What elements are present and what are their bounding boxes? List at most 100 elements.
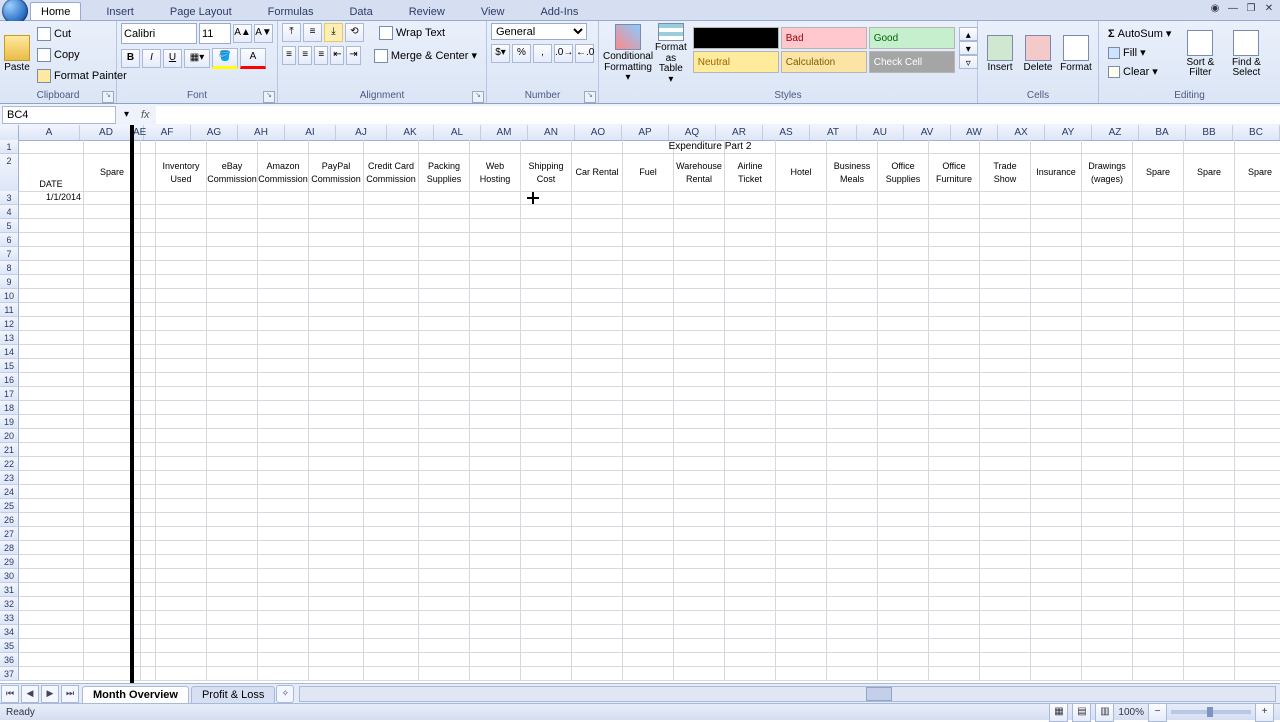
- cell[interactable]: [623, 653, 674, 667]
- row-header[interactable]: 6: [0, 233, 19, 247]
- cell[interactable]: [1082, 303, 1133, 317]
- cell[interactable]: [364, 555, 419, 569]
- cell[interactable]: [1031, 443, 1082, 457]
- cell[interactable]: [521, 261, 572, 275]
- cell[interactable]: [776, 625, 827, 639]
- cell[interactable]: [623, 485, 674, 499]
- cell[interactable]: [929, 597, 980, 611]
- cell[interactable]: [725, 569, 776, 583]
- cell[interactable]: [623, 597, 674, 611]
- column-header-AY[interactable]: AY: [1045, 125, 1092, 140]
- cell[interactable]: [776, 597, 827, 611]
- cell[interactable]: [1133, 415, 1184, 429]
- cell[interactable]: [309, 527, 364, 541]
- cell[interactable]: [572, 415, 623, 429]
- cell[interactable]: [1235, 555, 1280, 569]
- cell[interactable]: [1082, 611, 1133, 625]
- cell[interactable]: [1031, 289, 1082, 303]
- cell[interactable]: [776, 345, 827, 359]
- cell[interactable]: Warehouse Rental: [674, 154, 725, 192]
- cell[interactable]: [19, 471, 84, 485]
- cell[interactable]: [419, 597, 470, 611]
- cell[interactable]: [19, 317, 84, 331]
- cell[interactable]: [521, 443, 572, 457]
- cell[interactable]: [470, 443, 521, 457]
- cell[interactable]: [1235, 653, 1280, 667]
- cell[interactable]: [364, 247, 419, 261]
- cell[interactable]: [1184, 569, 1235, 583]
- cell[interactable]: [156, 555, 207, 569]
- cell[interactable]: [258, 331, 309, 345]
- cell[interactable]: [980, 429, 1031, 443]
- cell[interactable]: [521, 429, 572, 443]
- cell[interactable]: [1082, 513, 1133, 527]
- tab-insert[interactable]: Insert: [95, 2, 145, 20]
- cell[interactable]: [364, 331, 419, 345]
- cell[interactable]: [156, 457, 207, 471]
- cell[interactable]: [1235, 485, 1280, 499]
- row-header[interactable]: 2: [0, 154, 19, 192]
- cell[interactable]: [1133, 373, 1184, 387]
- cell[interactable]: [674, 541, 725, 555]
- cell[interactable]: [419, 415, 470, 429]
- cell[interactable]: [19, 289, 84, 303]
- cell[interactable]: [929, 219, 980, 233]
- cell[interactable]: [980, 639, 1031, 653]
- tab-formulas[interactable]: Formulas: [257, 2, 325, 20]
- cell[interactable]: [572, 261, 623, 275]
- cell[interactable]: [156, 625, 207, 639]
- cell[interactable]: [623, 401, 674, 415]
- cell[interactable]: [725, 233, 776, 247]
- cell[interactable]: [309, 471, 364, 485]
- cell[interactable]: [156, 303, 207, 317]
- cell[interactable]: [725, 555, 776, 569]
- cell[interactable]: [623, 471, 674, 485]
- cell[interactable]: [1133, 485, 1184, 499]
- cell[interactable]: [980, 140, 1031, 154]
- cell[interactable]: [470, 653, 521, 667]
- cell[interactable]: [470, 625, 521, 639]
- cell[interactable]: [1031, 653, 1082, 667]
- cell[interactable]: [776, 569, 827, 583]
- cell[interactable]: [725, 219, 776, 233]
- cell[interactable]: [572, 289, 623, 303]
- cell[interactable]: [1235, 667, 1280, 681]
- row-header[interactable]: 9: [0, 275, 19, 289]
- cell[interactable]: [156, 485, 207, 499]
- cell[interactable]: [1082, 387, 1133, 401]
- cell[interactable]: [419, 331, 470, 345]
- row-header[interactable]: 33: [0, 611, 19, 625]
- cell[interactable]: [1082, 275, 1133, 289]
- clear-button[interactable]: Clear▾: [1103, 63, 1176, 80]
- cell[interactable]: [725, 331, 776, 345]
- cell[interactable]: [364, 303, 419, 317]
- cell[interactable]: [470, 401, 521, 415]
- cell[interactable]: [725, 513, 776, 527]
- cell[interactable]: [470, 373, 521, 387]
- cell[interactable]: [623, 331, 674, 345]
- cell[interactable]: [1031, 205, 1082, 219]
- cell[interactable]: [1184, 485, 1235, 499]
- autosum-button[interactable]: Σ AutoSum▾: [1103, 25, 1176, 42]
- cell[interactable]: [674, 317, 725, 331]
- column-header-AN[interactable]: AN: [528, 125, 575, 140]
- cell[interactable]: [1133, 345, 1184, 359]
- cell[interactable]: [1133, 247, 1184, 261]
- cell[interactable]: [725, 140, 776, 154]
- cell[interactable]: [156, 289, 207, 303]
- cell[interactable]: [623, 625, 674, 639]
- cell[interactable]: [156, 527, 207, 541]
- cell[interactable]: [572, 471, 623, 485]
- cell[interactable]: [623, 429, 674, 443]
- cell[interactable]: [929, 625, 980, 639]
- cell[interactable]: [141, 373, 156, 387]
- cell[interactable]: 1/1/2014: [19, 191, 84, 205]
- cell[interactable]: [258, 261, 309, 275]
- cell[interactable]: [309, 667, 364, 681]
- italic-button[interactable]: I: [142, 49, 161, 68]
- cell[interactable]: [623, 303, 674, 317]
- cell[interactable]: Business Meals: [827, 154, 878, 192]
- cell[interactable]: [674, 653, 725, 667]
- cell[interactable]: [1235, 527, 1280, 541]
- style-neutral[interactable]: Neutral: [693, 51, 779, 73]
